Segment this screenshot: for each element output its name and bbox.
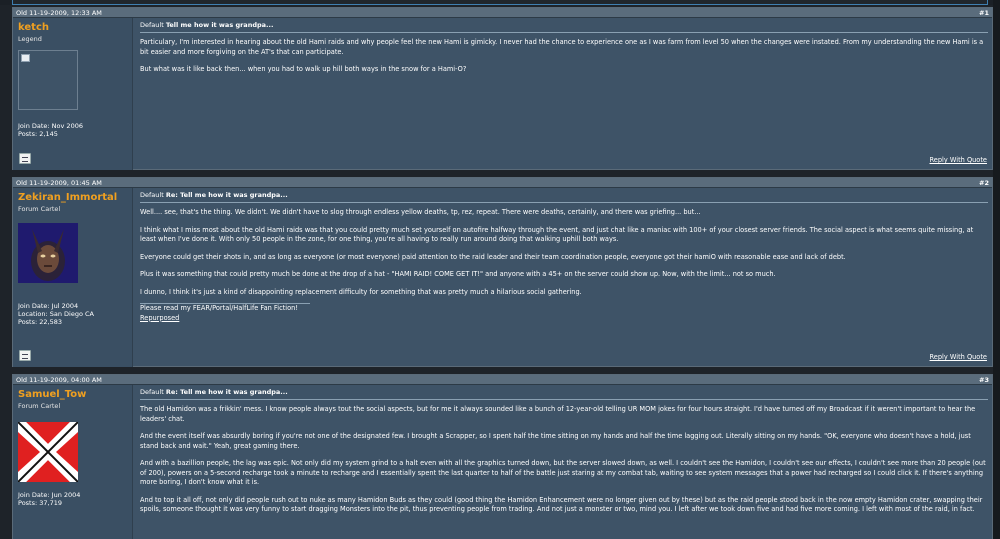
avatar[interactable] [18, 223, 78, 283]
post-title: Default Tell me how it was grandpa... [140, 21, 988, 33]
post-title: Default Re: Tell me how it was grandpa..… [140, 191, 988, 203]
message-paragraph: But what was it like back then... when y… [140, 65, 467, 73]
post-1: Old 11-19-2009, 12:33 AM #1 ketch Legend… [12, 7, 993, 170]
post-title-text: Re: Tell me how it was grandpa... [165, 388, 288, 396]
post-header: Old 11-19-2009, 12:33 AM #1 [13, 8, 992, 18]
username-link[interactable]: Zekiran_Immortal [18, 192, 127, 204]
report-post-icon[interactable] [19, 153, 31, 164]
message-paragraph: Everyone could get their shots in, and a… [140, 252, 846, 261]
user-info: Samuel_Tow Forum Cartel Join Date: Jun 2… [13, 385, 133, 539]
post-date: Old 11-19-2009, 01:45 AM [16, 179, 102, 187]
user-location: Location: San Diego CA [18, 310, 95, 318]
avatar-image [17, 421, 79, 483]
post-3: Old 11-19-2009, 04:00 AM #3 Samuel_Tow F… [12, 374, 993, 539]
post-message: Default Tell me how it was grandpa... Pa… [136, 18, 992, 170]
post-title: Default Re: Tell me how it was grandpa..… [140, 388, 988, 400]
avatar[interactable] [17, 421, 79, 483]
post-title-text: Re: Tell me how it was grandpa... [165, 191, 288, 199]
message-paragraph: The old Hamidon was a frikkin' mess. I k… [140, 405, 976, 423]
username-link[interactable]: Samuel_Tow [18, 389, 127, 401]
username-link[interactable]: ketch [18, 22, 127, 34]
reply-with-quote-link[interactable]: Reply With Quote [930, 156, 987, 164]
message-paragraph: Particulary, I'm interested in hearing a… [140, 38, 984, 56]
message-paragraph: I think what I miss most about the old H… [140, 225, 974, 244]
post-count: Posts: 22,583 [18, 318, 62, 326]
signature-link[interactable]: Repurposed [140, 314, 179, 322]
signature-text: Please read my FEAR/Portal/HalfLife Fan … [140, 304, 298, 312]
user-info: ketch Legend Join Date: Nov 2006 Posts: … [13, 18, 133, 170]
post-icon-label: Default [140, 21, 164, 29]
post-number-link[interactable]: #1 [979, 9, 989, 17]
post-message: Default Re: Tell me how it was grandpa..… [136, 188, 992, 367]
join-date: Join Date: Jul 2004 [18, 302, 79, 310]
window-scrollbar-track[interactable] [993, 0, 1000, 539]
post-2: Old 11-19-2009, 01:45 AM #2 Zekiran_Immo… [12, 177, 993, 367]
message-paragraph: Well.... see, that's the thing. We didn'… [140, 208, 701, 216]
post-message: Default Re: Tell me how it was grandpa..… [136, 385, 992, 539]
join-date: Join Date: Nov 2006 [18, 122, 83, 130]
top-strip [0, 0, 1000, 5]
post-header: Old 11-19-2009, 01:45 AM #2 [13, 178, 992, 188]
reply-with-quote-link[interactable]: Reply With Quote [930, 353, 987, 361]
post-title-text: Tell me how it was grandpa... [165, 21, 274, 29]
message-paragraph: And with a bazillion people, the lag was… [140, 459, 986, 486]
post-count: Posts: 2,145 [18, 130, 58, 138]
previous-panel-edge [12, 0, 988, 5]
report-post-icon[interactable] [19, 350, 31, 361]
post-number-link[interactable]: #2 [979, 179, 989, 187]
message-paragraph: And the event itself was absurdly boring… [140, 432, 971, 450]
user-title: Legend [18, 35, 42, 43]
signature: Please read my FEAR/Portal/HalfLife Fan … [140, 304, 988, 323]
avatar[interactable] [18, 50, 78, 110]
user-info: Zekiran_Immortal Forum Cartel Join Date:… [13, 188, 133, 367]
post-date: Old 11-19-2009, 04:00 AM [16, 376, 102, 384]
user-title: Forum Cartel [18, 402, 61, 410]
broken-image-icon [21, 54, 30, 62]
post-icon-label: Default [140, 388, 164, 396]
post-number-link[interactable]: #3 [979, 376, 989, 384]
post-count: Posts: 37,719 [18, 499, 62, 507]
join-date: Join Date: Jun 2004 [18, 491, 81, 499]
post-icon-label: Default [140, 191, 164, 199]
message-paragraph: And to top it all off, not only did peop… [140, 495, 983, 514]
message-paragraph: I dunno, I think it's just a kind of dis… [140, 287, 582, 296]
post-header: Old 11-19-2009, 04:00 AM #3 [13, 375, 992, 385]
post-date: Old 11-19-2009, 12:33 AM [16, 9, 102, 17]
message-paragraph: Plus it was something that could pretty … [140, 270, 776, 278]
avatar-image [18, 223, 78, 283]
user-title: Forum Cartel [18, 205, 61, 213]
